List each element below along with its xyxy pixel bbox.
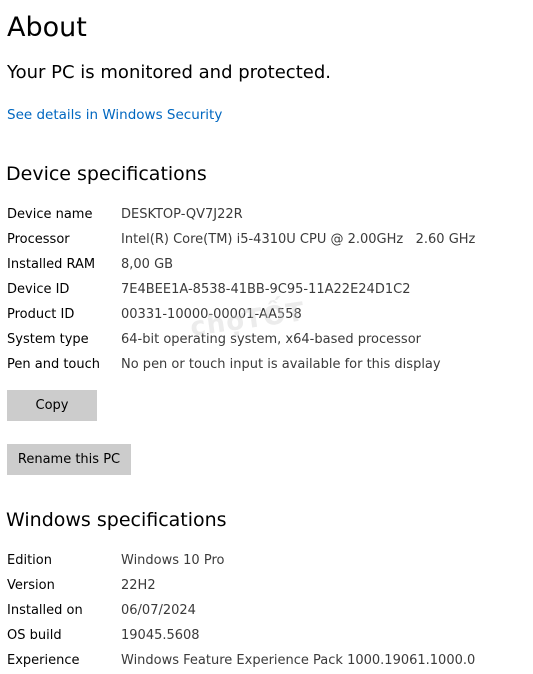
spec-label: Device ID (7, 282, 70, 297)
spec-label: Product ID (7, 307, 75, 322)
spec-value: 7E4BEE1A-8538-41BB-9C95-11A22E24D1C2 (121, 282, 411, 297)
spec-value: 64-bit operating system, x64-based proce… (121, 332, 421, 347)
spec-value: 19045.5608 (121, 628, 200, 643)
spec-label: Experience (7, 653, 80, 668)
rename-pc-button[interactable]: Rename this PC (7, 444, 131, 475)
spec-label: Installed RAM (7, 257, 96, 272)
spec-row-os-build: OS build 19045.5608 (7, 626, 527, 646)
page-title: About (7, 12, 87, 43)
spec-label: Version (7, 578, 55, 593)
spec-value: Windows Feature Experience Pack 1000.190… (121, 653, 476, 668)
spec-value: 00331-10000-00001-AA558 (121, 307, 302, 322)
device-specifications-heading: Device specifications (6, 163, 207, 185)
spec-label: Device name (7, 207, 93, 222)
spec-label: System type (7, 332, 89, 347)
protection-status: Your PC is monitored and protected. (7, 62, 331, 83)
spec-value: Windows 10 Pro (121, 553, 225, 568)
windows-security-link[interactable]: See details in Windows Security (7, 106, 222, 124)
spec-row-installed-on: Installed on 06/07/2024 (7, 601, 527, 621)
spec-row-experience: Experience Windows Feature Experience Pa… (7, 651, 527, 671)
spec-row-processor: Processor Intel(R) Core(TM) i5-4310U CPU… (7, 230, 527, 250)
about-page: About Your PC is monitored and protected… (0, 0, 533, 674)
spec-value: 06/07/2024 (121, 603, 196, 618)
spec-value: 8,00 GB (121, 257, 174, 272)
spec-label: OS build (7, 628, 62, 643)
spec-row-version: Version 22H2 (7, 576, 527, 596)
spec-value: DESKTOP-QV7J22R (121, 207, 243, 222)
windows-specifications-heading: Windows specifications (6, 509, 227, 531)
spec-row-installed-ram: Installed RAM 8,00 GB (7, 255, 527, 275)
spec-label: Installed on (7, 603, 83, 618)
spec-row-system-type: System type 64-bit operating system, x64… (7, 330, 527, 350)
spec-value: 22H2 (121, 578, 156, 593)
spec-row-pen-and-touch: Pen and touch No pen or touch input is a… (7, 355, 527, 375)
spec-label: Processor (7, 232, 70, 247)
spec-row-device-name: Device name DESKTOP-QV7J22R (7, 205, 527, 225)
spec-row-device-id: Device ID 7E4BEE1A-8538-41BB-9C95-11A22E… (7, 280, 527, 300)
spec-value: Intel(R) Core(TM) i5-4310U CPU @ 2.00GHz… (121, 232, 476, 247)
spec-row-product-id: Product ID 00331-10000-00001-AA558 (7, 305, 527, 325)
spec-value: No pen or touch input is available for t… (121, 357, 441, 372)
spec-label: Edition (7, 553, 52, 568)
spec-label: Pen and touch (7, 357, 101, 372)
copy-button[interactable]: Copy (7, 390, 97, 421)
spec-row-edition: Edition Windows 10 Pro (7, 551, 527, 571)
